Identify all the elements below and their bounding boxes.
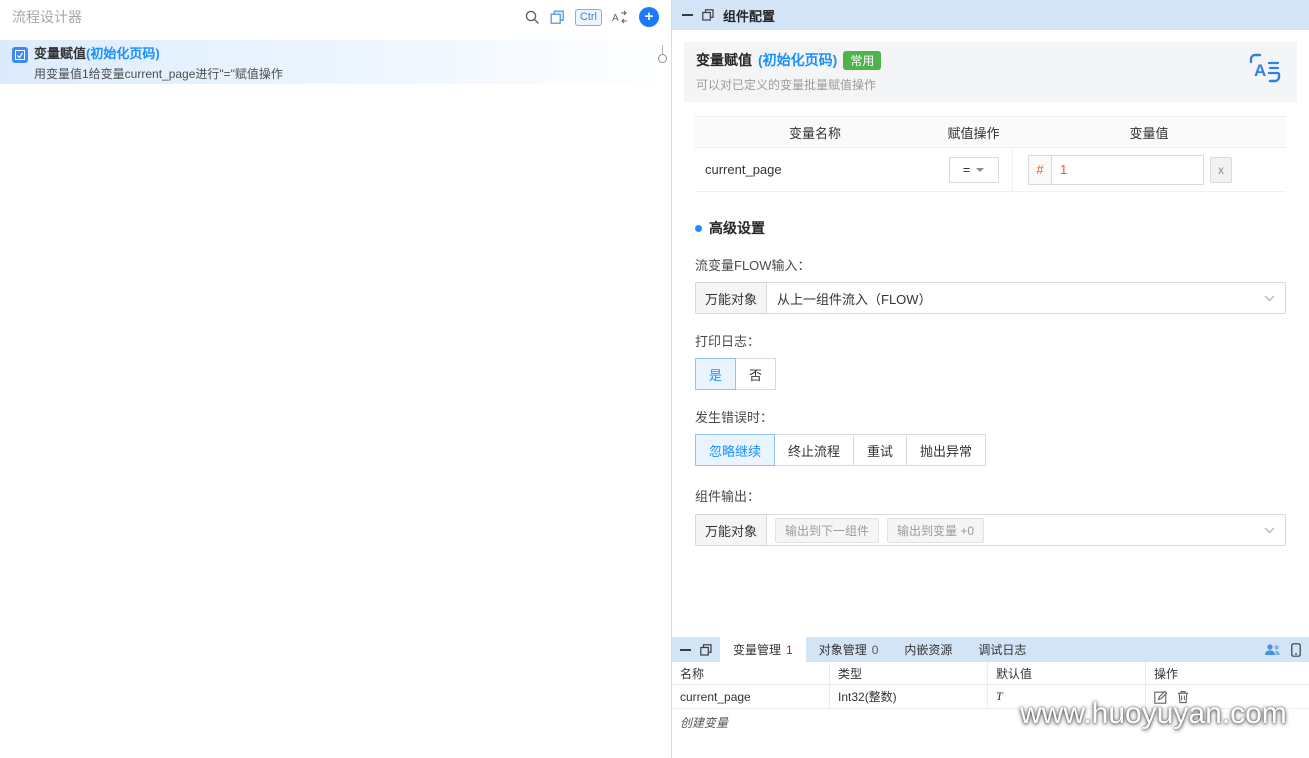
ai-logo-icon: A	[1247, 52, 1283, 87]
variable-name-cell: current_page	[705, 162, 782, 177]
variable-name-cell: current_page	[672, 685, 830, 708]
add-component-button[interactable]: +	[639, 7, 659, 27]
col-header-operation: 赋值操作	[947, 125, 1000, 141]
tab-debug-log[interactable]: 调试日志	[965, 637, 1039, 662]
users-icon[interactable]	[1264, 643, 1281, 656]
restore-window-icon[interactable]	[702, 9, 714, 21]
col-header-default: 默认值	[988, 662, 1146, 684]
flow-node-title: 变量赋值(初始化页码)	[34, 46, 160, 61]
output-next-component-tag[interactable]: 输出到下一组件	[775, 517, 880, 543]
operator-value: =	[962, 162, 971, 177]
print-log-yes-button[interactable]: 是	[695, 358, 737, 390]
error-throw-button[interactable]: 抛出异常	[906, 434, 987, 466]
col-header-name: 名称	[672, 662, 830, 684]
chevron-down-icon	[976, 167, 985, 176]
variable-type-cell: Int32(整数)	[830, 685, 988, 708]
flow-node-description: 用变量值1给变量current_page进行"="赋值操作	[34, 67, 283, 81]
create-variable-link[interactable]: 创建变量	[672, 709, 736, 736]
tab-embedded-resources[interactable]: 内嵌资源	[891, 637, 965, 662]
error-stop-button[interactable]: 终止流程	[774, 434, 855, 466]
page-title: 流程设计器	[12, 9, 82, 25]
on-error-label: 发生错误时：	[695, 410, 774, 425]
svg-text:A: A	[612, 13, 619, 24]
bottom-panel-header: 变量管理 1 对象管理 0 内嵌资源 调试日志	[672, 637, 1309, 662]
variable-value-input[interactable]	[1052, 154, 1204, 185]
search-icon[interactable]	[524, 9, 540, 25]
minimize-icon[interactable]	[680, 648, 691, 651]
value-type-prefix: #	[1028, 154, 1052, 185]
component-name: 变量赋值	[696, 52, 752, 68]
output-prefix: 万能对象	[696, 515, 768, 545]
col-header-value: 变量值	[1129, 125, 1169, 141]
component-alias: (初始化页码)	[758, 52, 838, 68]
tab-variable-manager[interactable]: 变量管理 1	[720, 637, 806, 662]
config-panel-title: 组件配置	[723, 8, 776, 24]
variable-assignment-table: 变量名称 赋值操作 变量值 current_page = # 1 x	[695, 116, 1286, 192]
minimize-icon[interactable]	[682, 14, 693, 16]
advanced-settings-title: 高级设置	[695, 218, 1286, 238]
connector-line	[662, 45, 663, 54]
error-ignore-button[interactable]: 忽略继续	[695, 434, 776, 466]
common-badge: 常用	[843, 50, 882, 70]
rename-letters-icon[interactable]: A	[612, 10, 629, 25]
copy-pages-icon[interactable]	[550, 10, 565, 25]
error-retry-button[interactable]: 重试	[853, 434, 908, 466]
operator-select[interactable]: =	[948, 156, 999, 183]
variable-assign-icon	[12, 47, 28, 63]
connector-handle[interactable]	[658, 54, 667, 63]
mobile-phone-icon[interactable]	[1291, 642, 1301, 657]
component-output-select[interactable]: 万能对象 输出到下一组件 输出到变量 +0	[695, 514, 1286, 546]
tab-object-manager[interactable]: 对象管理 0	[806, 637, 892, 662]
restore-window-icon[interactable]	[700, 643, 712, 656]
flow-designer-toolbar: 流程设计器 Ctrl A +	[0, 0, 671, 34]
flow-input-prefix: 万能对象	[696, 283, 768, 313]
clear-value-button[interactable]: x	[1210, 156, 1232, 183]
ctrl-key-badge[interactable]: Ctrl	[574, 8, 602, 26]
print-log-no-button[interactable]: 否	[735, 358, 777, 390]
col-header-type: 类型	[830, 662, 988, 684]
variable-table-header: 名称 类型 默认值 操作	[672, 662, 1309, 685]
bullet-dot-icon	[695, 224, 702, 232]
on-error-options: 忽略继续 终止流程 重试 抛出异常	[695, 434, 1286, 466]
print-log-label: 打印日志：	[695, 334, 761, 349]
chevron-down-icon	[1264, 295, 1275, 302]
print-log-toggle: 是 否	[695, 358, 1286, 390]
tab-count: 0	[871, 642, 879, 657]
config-panel-header: 组件配置	[672, 0, 1309, 30]
svg-text:A: A	[1254, 61, 1266, 80]
component-output-label: 组件输出：	[695, 489, 761, 504]
output-to-variable-tag[interactable]: 输出到变量 +0	[887, 517, 985, 543]
col-header-variable-name: 变量名称	[788, 125, 841, 141]
component-subtitle: 可以对已定义的变量批量赋值操作	[696, 78, 877, 92]
component-info-card: 变量赋值 (初始化页码) 常用 可以对已定义的变量批量赋值操作 A	[684, 42, 1297, 102]
col-header-operation: 操作	[1154, 666, 1179, 681]
watermark-text: www.huoyuyan.com	[1020, 697, 1287, 730]
table-row: current_page = # x	[695, 148, 1286, 192]
flow-input-label: 流变量FLOW输入：	[695, 258, 811, 273]
flow-node-variable-assign[interactable]: 变量赋值(初始化页码) 用变量值1给变量current_page进行"="赋值操…	[0, 40, 655, 84]
component-config-panel: 组件配置 变量赋值 (初始化页码) 常用 可以对已定义的变量批量赋值操作 A 变…	[672, 0, 1309, 637]
chevron-down-icon	[1264, 527, 1275, 534]
flow-input-value: 从上一组件流入（FLOW）	[777, 291, 932, 307]
tab-count: 1	[786, 642, 793, 657]
flow-designer-panel: 流程设计器 Ctrl A + 变量赋值(初始化页码) 用变量值1给变量curre…	[0, 0, 672, 758]
flow-input-select[interactable]: 万能对象 从上一组件流入（FLOW）	[695, 282, 1286, 314]
